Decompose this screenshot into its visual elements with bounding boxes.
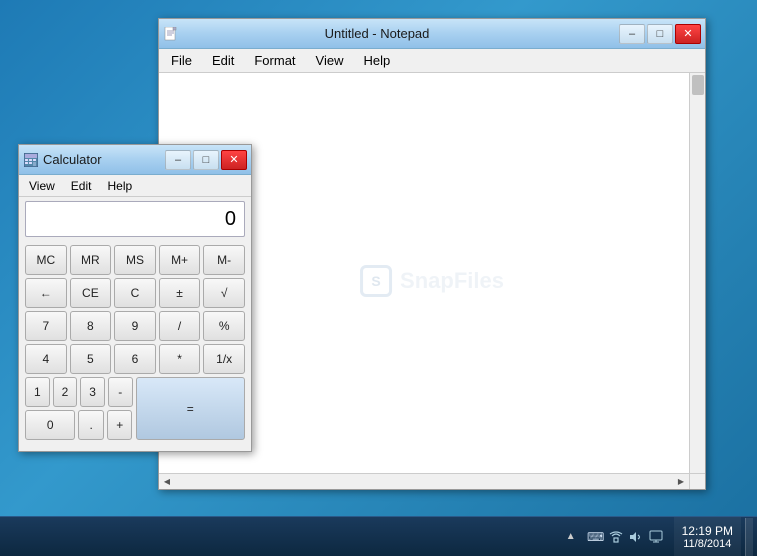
notepad-scrollbar-vertical[interactable] [689, 73, 705, 473]
system-tray: ⌨ [582, 529, 670, 545]
notepad-close-button[interactable]: ✕ [675, 24, 701, 44]
calc-btn-mc[interactable]: MC [25, 245, 67, 275]
notepad-scrollbar-horizontal[interactable]: ◀ ▶ [159, 473, 689, 489]
display-value: 0 [225, 208, 236, 231]
notepad-maximize-button[interactable]: □ [647, 24, 673, 44]
tray-icon-network [608, 529, 624, 545]
calc-btn-mplus[interactable]: M+ [159, 245, 201, 275]
notepad-menu-help[interactable]: Help [355, 51, 398, 70]
calculator-minimize-button[interactable]: – [165, 150, 191, 170]
notepad-menu-file[interactable]: File [163, 51, 200, 70]
calculator-controls: – □ ✕ [165, 150, 247, 170]
calc-btn-backspace[interactable]: ← [25, 278, 67, 308]
scroll-left-arrow[interactable]: ◀ [159, 475, 175, 489]
calc-btn-9[interactable]: 9 [114, 311, 156, 341]
calculator-display: 0 [25, 201, 245, 237]
notepad-menu-view[interactable]: View [308, 51, 352, 70]
calc-btn-plusminus[interactable]: ± [159, 278, 201, 308]
calc-btn-mr[interactable]: MR [70, 245, 112, 275]
tray-icon-monitor [648, 529, 664, 545]
notepad-menu-edit[interactable]: Edit [204, 51, 242, 70]
show-desktop-button[interactable] [745, 518, 753, 556]
calc-menu-help[interactable]: Help [101, 178, 138, 194]
calc-btn-3[interactable]: 3 [80, 377, 105, 407]
calc-menu-edit[interactable]: Edit [65, 178, 98, 194]
calc-last-rows: 1 2 3 - 0 . + = [25, 377, 245, 440]
taskbar: ▲ ⌨ [0, 516, 757, 556]
clock-time: 12:19 PM [682, 524, 733, 538]
calc-btn-ms[interactable]: MS [114, 245, 156, 275]
notepad-icon [163, 26, 179, 42]
tray-icon-keyboard: ⌨ [588, 529, 604, 545]
calc-btn-0[interactable]: 0 [25, 410, 75, 440]
calc-menu-view[interactable]: View [23, 178, 61, 194]
calc-btn-7[interactable]: 7 [25, 311, 67, 341]
calc-btn-8[interactable]: 8 [70, 311, 112, 341]
calculator-close-button[interactable]: ✕ [221, 150, 247, 170]
calc-btn-6[interactable]: 6 [114, 344, 156, 374]
calc-btn-reciprocal[interactable]: 1/x [203, 344, 245, 374]
notepad-title: Untitled - Notepad [185, 26, 569, 41]
calc-btn-4[interactable]: 4 [25, 344, 67, 374]
calculator-menubar: View Edit Help [19, 175, 251, 197]
calc-row-123: 1 2 3 - [25, 377, 133, 407]
calculator-titlebar: Calculator – □ ✕ [19, 145, 251, 175]
clock-date: 11/8/2014 [683, 538, 731, 550]
calc-btn-c[interactable]: C [114, 278, 156, 308]
calc-left-columns: 1 2 3 - 0 . + [25, 377, 133, 440]
tray-icon-volume [628, 529, 644, 545]
calc-btn-equals[interactable]: = [136, 377, 246, 440]
calc-btn-minus[interactable]: - [108, 377, 133, 407]
calc-btn-plus[interactable]: + [107, 410, 133, 440]
calc-btn-mminus[interactable]: M- [203, 245, 245, 275]
calc-row-456: 4 5 6 * 1/x [25, 344, 245, 374]
notepad-controls: – □ ✕ [619, 24, 701, 44]
calculator-window[interactable]: Calculator – □ ✕ View Edit Help 0 MC MR … [18, 144, 252, 452]
calc-btn-dot[interactable]: . [78, 410, 104, 440]
calc-btn-divide[interactable]: / [159, 311, 201, 341]
scrollbar-corner [689, 473, 705, 489]
clock-area[interactable]: 12:19 PM 11/8/2014 [674, 517, 741, 556]
calc-row-clear: ← CE C ± √ [25, 278, 245, 308]
calculator-title: Calculator [43, 152, 165, 167]
calc-btn-2[interactable]: 2 [53, 377, 78, 407]
notification-arrow[interactable]: ▲ [564, 531, 578, 542]
notepad-titlebar: Untitled - Notepad – □ ✕ [159, 19, 705, 49]
calculator-maximize-button[interactable]: □ [193, 150, 219, 170]
calc-row-memory: MC MR MS M+ M- [25, 245, 245, 275]
scrollbar-thumb-v[interactable] [692, 75, 704, 95]
notepad-menubar: File Edit Format View Help [159, 49, 705, 73]
calc-btn-multiply[interactable]: * [159, 344, 201, 374]
calc-row-0: 0 . + [25, 410, 133, 440]
calc-row-789: 7 8 9 / % [25, 311, 245, 341]
calc-btn-1[interactable]: 1 [25, 377, 50, 407]
calc-btn-5[interactable]: 5 [70, 344, 112, 374]
calc-btn-ce[interactable]: CE [70, 278, 112, 308]
calc-btn-percent[interactable]: % [203, 311, 245, 341]
taskbar-right: ▲ ⌨ [564, 517, 757, 556]
calculator-buttons: MC MR MS M+ M- ← CE C ± √ 7 8 9 / % 4 5 … [19, 241, 251, 451]
scroll-right-arrow[interactable]: ▶ [673, 475, 689, 489]
notepad-menu-format[interactable]: Format [246, 51, 303, 70]
calculator-icon [23, 152, 39, 168]
calc-btn-sqrt[interactable]: √ [203, 278, 245, 308]
notepad-minimize-button[interactable]: – [619, 24, 645, 44]
